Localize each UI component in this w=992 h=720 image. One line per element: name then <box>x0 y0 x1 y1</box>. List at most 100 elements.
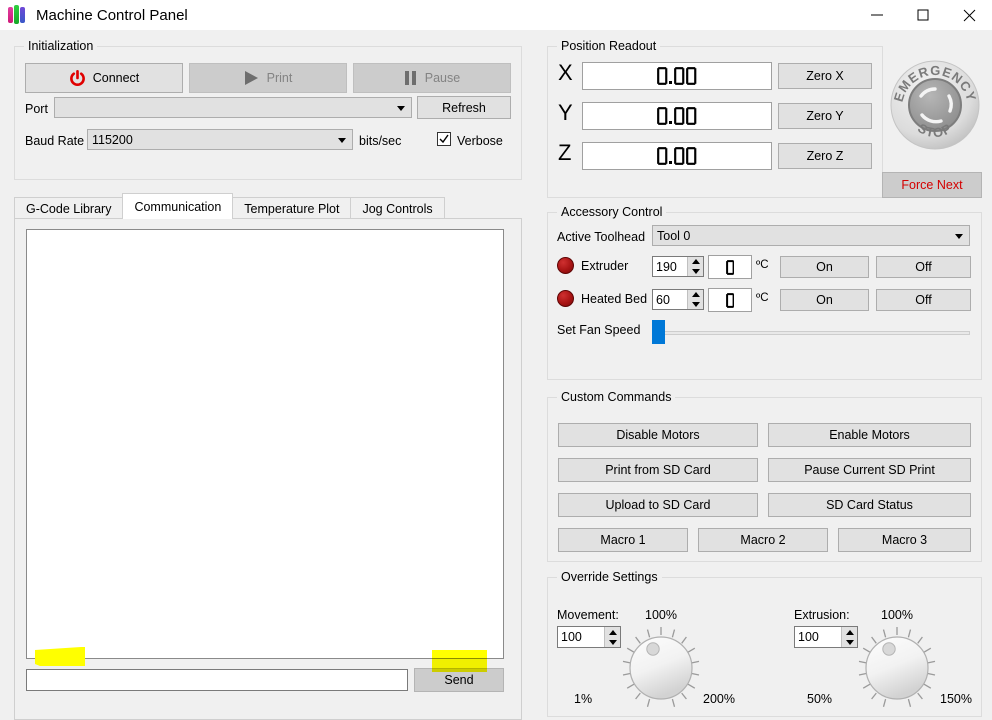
axis-value-y-digits <box>656 107 697 125</box>
extruder-on-button[interactable]: On <box>780 256 869 278</box>
macro-1-button[interactable]: Macro 1 <box>558 528 688 552</box>
power-icon <box>69 69 86 87</box>
spinner-down-icon[interactable] <box>688 300 703 310</box>
close-icon[interactable] <box>946 0 992 30</box>
heated-bed-actual-temp <box>708 288 752 312</box>
tab-panel-communication: Send <box>14 218 522 720</box>
print-from-sd-button[interactable]: Print from SD Card <box>558 458 758 482</box>
enable-motors-label: Enable Motors <box>829 428 910 442</box>
disable-motors-button[interactable]: Disable Motors <box>558 423 758 447</box>
force-next-button[interactable]: Force Next <box>882 172 982 198</box>
tab-gcode-library[interactable]: G-Code Library <box>14 197 124 219</box>
extrusion-max-top-label: 100% <box>881 608 913 622</box>
axis-value-z <box>582 142 772 170</box>
initialization-group: Initialization Connect Print Pause Port <box>14 39 522 180</box>
pause-sd-print-button[interactable]: Pause Current SD Print <box>768 458 971 482</box>
extruder-spinner-buttons[interactable] <box>687 257 703 276</box>
heated-bed-off-button[interactable]: Off <box>876 289 971 311</box>
tab-label: G-Code Library <box>26 201 112 216</box>
macro-3-label: Macro 3 <box>881 533 928 547</box>
chevron-down-icon <box>338 137 346 143</box>
movement-max-top-label: 100% <box>645 608 677 622</box>
heated-bed-spinner-buttons[interactable] <box>687 290 703 309</box>
heated-bed-setpoint-spinner[interactable]: 60 <box>652 289 704 310</box>
active-toolhead-label: Active Toolhead <box>557 230 646 244</box>
zero-x-button[interactable]: Zero X <box>778 63 872 89</box>
maximize-icon[interactable] <box>900 0 946 30</box>
extruder-on-label: On <box>816 260 833 274</box>
port-label: Port <box>25 102 48 116</box>
custom-commands-group: Custom Commands Disable Motors Enable Mo… <box>547 390 982 562</box>
extruder-actual-digits <box>725 259 735 275</box>
extruder-actual-temp <box>708 255 752 279</box>
app-bars-icon <box>7 5 27 25</box>
zero-x-label: Zero X <box>806 69 844 83</box>
accessory-control-group: Accessory Control Active Toolhead Tool 0… <box>547 205 982 380</box>
send-label: Send <box>444 673 474 687</box>
movement-dial[interactable] <box>617 623 705 711</box>
minimize-icon[interactable] <box>854 0 900 30</box>
extruder-unit: ºC <box>756 259 769 271</box>
baud-rate-value: 115200 <box>92 132 133 147</box>
heated-bed-status-led <box>557 290 574 307</box>
emergency-stop-button[interactable]: EMERGENCY STOP <box>888 58 982 152</box>
extrusion-max-label: 150% <box>940 692 972 706</box>
fan-speed-label: Set Fan Speed <box>557 323 641 337</box>
tab-communication[interactable]: Communication <box>122 193 234 219</box>
spinner-up-icon[interactable] <box>688 290 703 300</box>
extruder-setpoint-spinner[interactable]: 190 <box>652 256 704 277</box>
zero-y-button[interactable]: Zero Y <box>778 103 872 129</box>
sd-card-status-button[interactable]: SD Card Status <box>768 493 971 517</box>
print-button[interactable]: Print <box>189 63 347 93</box>
macro-1-label: Macro 1 <box>600 533 646 547</box>
macro-2-label: Macro 2 <box>740 533 786 547</box>
pause-button[interactable]: Pause <box>353 63 511 93</box>
verbose-checkbox[interactable] <box>437 132 451 146</box>
override-settings-group: Override Settings Movement: 100 100% 1% … <box>547 570 982 717</box>
spinner-up-icon[interactable] <box>688 257 703 267</box>
pause-icon <box>404 70 417 86</box>
heated-bed-on-button[interactable]: On <box>780 289 869 311</box>
console-output[interactable] <box>26 229 504 659</box>
zero-z-label: Zero Z <box>806 149 844 163</box>
active-toolhead-value: Tool 0 <box>657 228 691 243</box>
check-icon <box>439 134 449 144</box>
enable-motors-button[interactable]: Enable Motors <box>768 423 971 447</box>
zero-z-button[interactable]: Zero Z <box>778 143 872 169</box>
window-title: Machine Control Panel <box>36 6 188 24</box>
active-toolhead-select[interactable]: Tool 0 <box>652 225 970 246</box>
pause-label: Pause <box>424 71 461 85</box>
macro-3-button[interactable]: Macro 3 <box>838 528 971 552</box>
refresh-button[interactable]: Refresh <box>417 96 511 119</box>
disable-motors-label: Disable Motors <box>616 428 700 442</box>
connect-button[interactable]: Connect <box>25 63 183 93</box>
baud-rate-label: Baud Rate <box>25 134 85 148</box>
fan-speed-slider-handle[interactable] <box>652 320 665 344</box>
extruder-setpoint-value: 190 <box>656 259 677 274</box>
print-from-sd-label: Print from SD Card <box>605 463 711 477</box>
tab-label: Jog Controls <box>362 201 433 216</box>
extrusion-label: Extrusion: <box>794 608 850 622</box>
axis-value-x-digits <box>656 67 697 85</box>
fan-speed-slider-track[interactable] <box>652 331 970 335</box>
heated-bed-unit: ºC <box>756 292 769 304</box>
tab-temperature-plot[interactable]: Temperature Plot <box>232 197 352 219</box>
extruder-off-button[interactable]: Off <box>876 256 971 278</box>
custom-commands-legend: Custom Commands <box>557 390 676 404</box>
extrusion-spinner[interactable]: 100 <box>794 626 858 648</box>
command-input[interactable] <box>26 669 408 691</box>
movement-spinner[interactable]: 100 <box>557 626 621 648</box>
movement-label: Movement: <box>557 608 619 622</box>
extrusion-dial[interactable] <box>853 623 941 711</box>
play-icon <box>244 70 259 86</box>
baud-units-label: bits/sec <box>359 134 402 148</box>
spinner-down-icon[interactable] <box>688 267 703 277</box>
upload-to-sd-button[interactable]: Upload to SD Card <box>558 493 758 517</box>
macro-2-button[interactable]: Macro 2 <box>698 528 828 552</box>
tab-jog-controls[interactable]: Jog Controls <box>350 197 445 219</box>
baud-rate-select[interactable]: 115200 <box>87 129 353 150</box>
pause-sd-print-label: Pause Current SD Print <box>804 463 935 477</box>
heated-bed-label: Heated Bed <box>581 292 648 306</box>
axis-value-y <box>582 102 772 130</box>
port-select[interactable] <box>54 97 412 118</box>
